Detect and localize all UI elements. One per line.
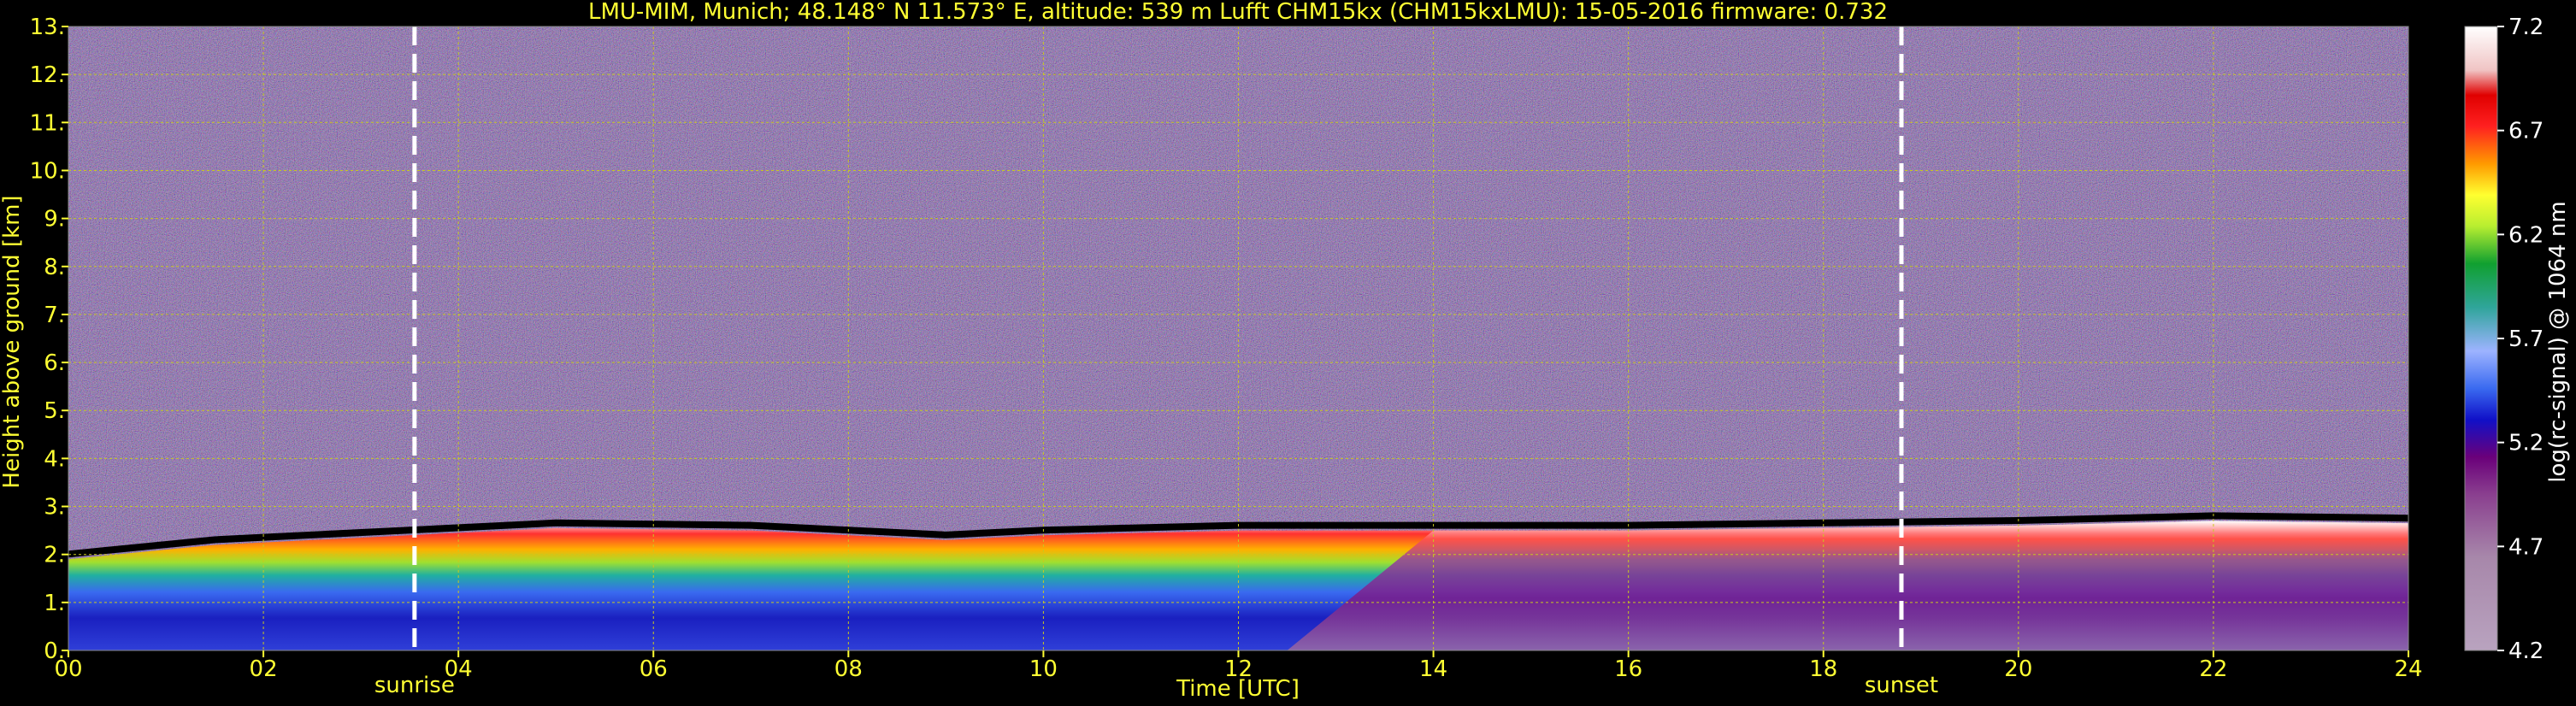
- x-tick-label: 10: [1029, 656, 1058, 682]
- x-tick-label: 14: [1419, 656, 1447, 682]
- x-tick-label: 04: [445, 656, 473, 682]
- colorbar-tick-label: 5.7: [2508, 327, 2544, 352]
- y-tick-label: 1.: [44, 591, 65, 616]
- y-tick-label: 11.: [30, 110, 65, 136]
- y-tick-label: 10.: [30, 158, 65, 184]
- y-tick-label: 13.: [30, 15, 65, 40]
- chart-title: LMU-MIM, Munich; 48.148° N 11.573° E, al…: [588, 0, 1888, 25]
- y-tick-label: 12.: [30, 62, 65, 88]
- x-tick-label: 24: [2394, 656, 2422, 682]
- x-tick-label: 08: [834, 656, 863, 682]
- marker-label-sunset: sunset: [1865, 673, 1938, 698]
- boundary-layer-evening: [1287, 521, 2408, 650]
- colorbar-label: log(rc-signal) @ 1064 nm: [2545, 201, 2571, 482]
- colorbar: 4.2 4.7 5.2 5.7 6.2 6.7 7.2 log(rc-signal) @ 1…: [2464, 15, 2571, 664]
- colorbar-tick-label: 4.7: [2508, 534, 2544, 560]
- y-tick-label: 7.: [44, 303, 65, 328]
- colorbar-ticks: 4.2 4.7 5.2 5.7 6.2 6.7 7.2: [2497, 15, 2544, 664]
- y-tick-label: 3.: [44, 495, 65, 521]
- x-axis-label: Time [UTC]: [1176, 676, 1300, 702]
- colorbar-gradient: [2465, 26, 2497, 650]
- x-tick-label: 20: [2004, 656, 2032, 682]
- colorbar-tick-label: 6.2: [2508, 222, 2544, 248]
- x-tick-label: 22: [2199, 656, 2227, 682]
- colorbar-tick-label: 7.2: [2508, 15, 2544, 40]
- x-tick-label: 06: [640, 656, 668, 682]
- y-tick-label: 8.: [44, 255, 65, 280]
- y-tick-label: 5.: [44, 398, 65, 424]
- colorbar-tick-label: 5.2: [2508, 431, 2544, 456]
- colorbar-tick-label: 4.2: [2508, 638, 2544, 664]
- y-axis-label: Height above ground [km]: [0, 195, 25, 488]
- y-tick-label: 9.: [44, 207, 65, 232]
- marker-label-sunrise: sunrise: [374, 673, 455, 698]
- y-tick-label: 6.: [44, 350, 65, 376]
- y-tick-label: 2.: [44, 543, 65, 568]
- y-tick-label: 0.: [44, 638, 65, 664]
- ceilometer-chart: sunrise sunset 00 02 04 06 08 10 12 14 16 18 20 22 24…: [0, 0, 2571, 702]
- x-tick-label: 18: [1809, 656, 1837, 682]
- colorbar-tick-label: 6.7: [2508, 119, 2544, 144]
- x-tick-label: 02: [250, 656, 278, 682]
- x-tick-label: 16: [1614, 656, 1642, 682]
- y-tick-label: 4.: [44, 446, 65, 472]
- y-axis-ticks: 0. 1. 2. 3. 4. 5. 6. 7. 8. 9. 10. 11. 12. 13.: [30, 15, 68, 664]
